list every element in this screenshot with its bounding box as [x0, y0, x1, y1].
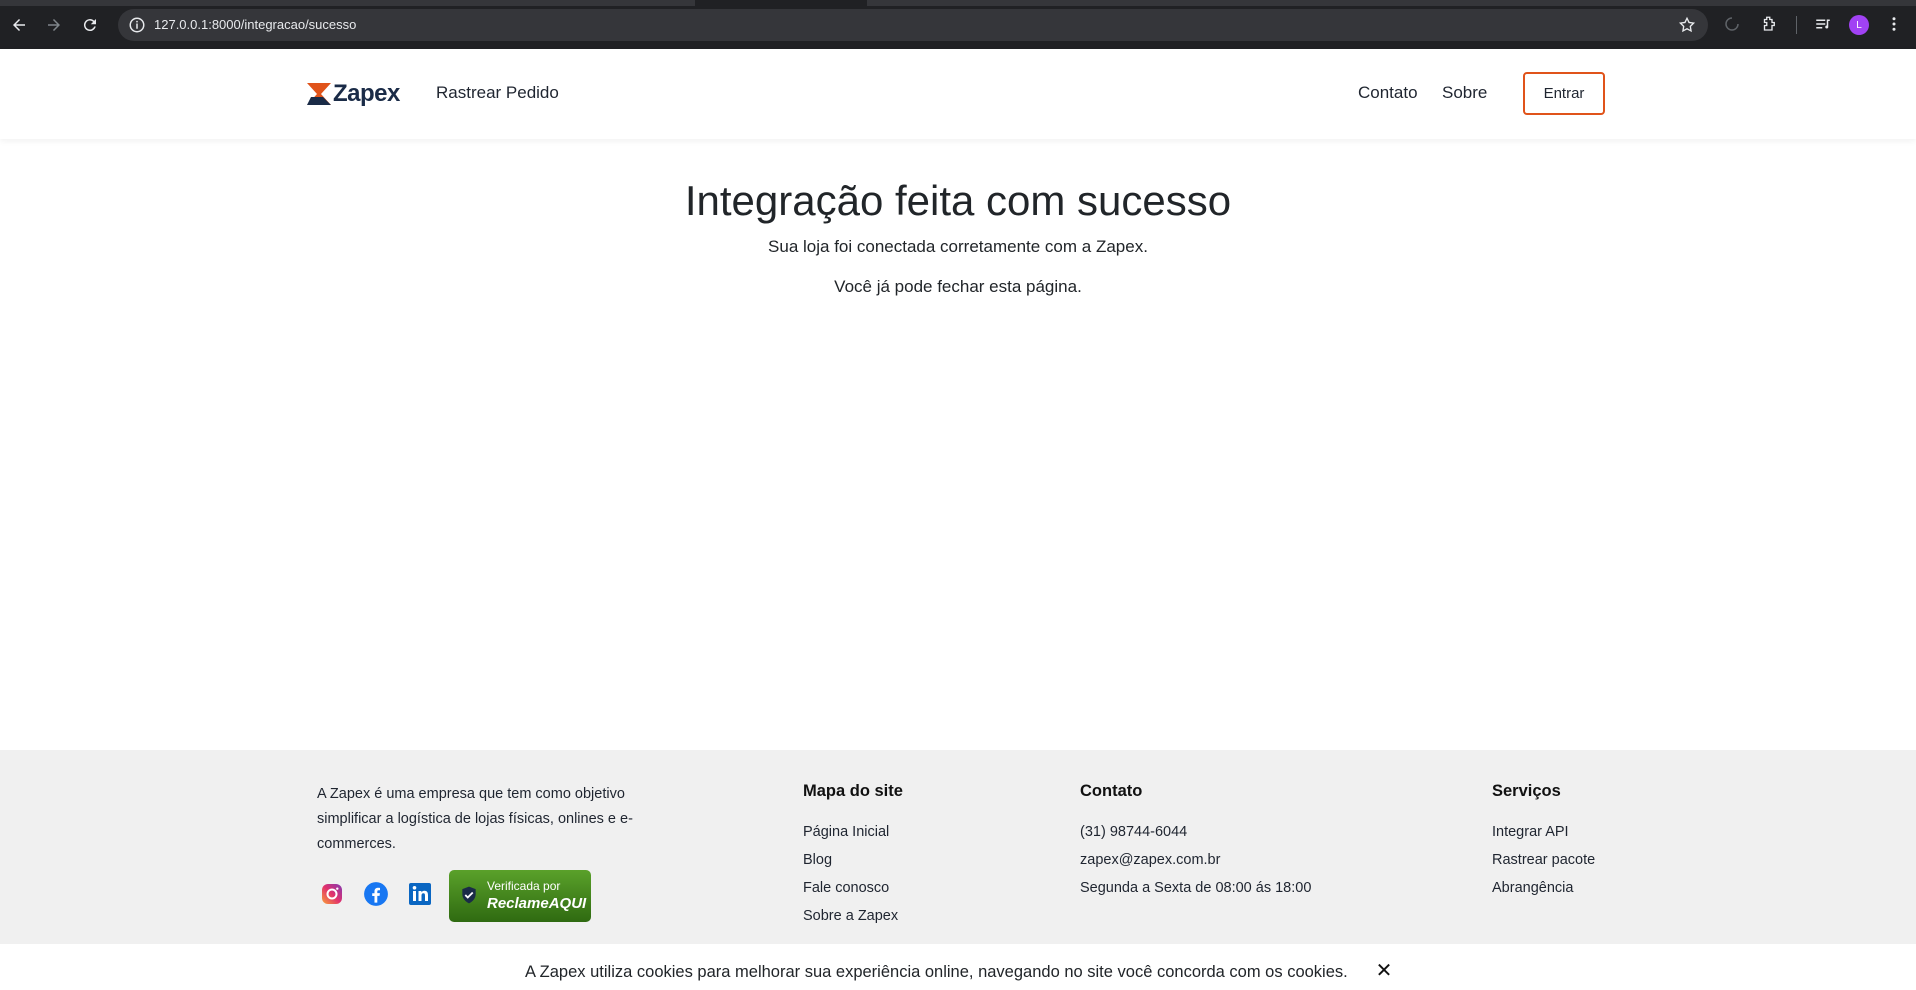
nav-link-track-order[interactable]: Rastrear Pedido — [436, 83, 559, 103]
forward-button[interactable] — [42, 13, 66, 37]
active-tab[interactable] — [695, 0, 867, 6]
list-item[interactable]: Página Inicial — [803, 822, 898, 850]
nav-link-contact[interactable]: Contato — [1358, 83, 1418, 103]
address-bar[interactable]: 127.0.0.1:8000/integracao/sucesso — [118, 9, 1708, 41]
browser-toolbar: 127.0.0.1:8000/integracao/sucesso L — [0, 0, 1916, 49]
site-header: Zapex Rastrear Pedido Contato Sobre Entr… — [0, 49, 1916, 139]
bookmark-star-icon[interactable] — [1678, 16, 1696, 34]
cookie-banner: A Zapex utiliza cookies para melhorar su… — [0, 944, 1916, 990]
contact-hours: Segunda a Sexta de 08:00 ás 18:00 — [1080, 880, 1312, 896]
sitemap-link-contact[interactable]: Fale conosco — [803, 880, 889, 896]
company-description: A Zapex é uma empresa que tem como objet… — [317, 786, 633, 852]
loading-indicator-icon — [1721, 13, 1743, 35]
reclameaqui-badge[interactable]: Verificada por ReclameAQUI — [449, 870, 591, 922]
services-list: Integrar API Rastrear pacote Abrangência — [1492, 822, 1595, 906]
site-info-icon[interactable] — [128, 16, 146, 34]
list-item[interactable]: Integrar API — [1492, 822, 1595, 850]
services-title: Serviços — [1492, 782, 1561, 800]
list-item[interactable]: Rastrear pacote — [1492, 850, 1595, 878]
instagram-icon[interactable] — [318, 880, 346, 908]
close-page-note: Você já pode fechar esta página. — [834, 277, 1082, 296]
tab-strip — [0, 0, 1916, 6]
extensions-icon[interactable] — [1758, 13, 1780, 35]
list-item[interactable]: Blog — [803, 850, 898, 878]
verified-check-icon — [462, 886, 476, 904]
profile-avatar[interactable]: L — [1849, 15, 1869, 35]
media-controls-icon[interactable] — [1812, 13, 1834, 35]
cookie-text: A Zapex utiliza cookies para melhorar su… — [525, 963, 1348, 981]
contact-list: (31) 98744-6044 zapex@zapex.com.br Segun… — [1080, 822, 1311, 906]
success-message: Sua loja foi conectada corretamente com … — [768, 237, 1148, 256]
zapex-logo-icon — [307, 83, 331, 105]
sitemap-link-blog[interactable]: Blog — [803, 852, 832, 868]
login-button[interactable]: Entrar — [1523, 72, 1605, 115]
arrow-right-icon — [48, 19, 60, 31]
brand-name: Zapex — [333, 80, 400, 107]
zapex-logo[interactable]: Zapex — [307, 80, 400, 108]
contact-phone: (31) 98744-6044 — [1080, 824, 1188, 840]
list-item[interactable]: Abrangência — [1492, 878, 1595, 906]
facebook-icon[interactable] — [362, 880, 390, 908]
sitemap-title: Mapa do site — [803, 782, 903, 800]
reload-button[interactable] — [78, 13, 102, 37]
social-links — [318, 880, 450, 908]
contact-title: Contato — [1080, 782, 1143, 800]
url-text[interactable]: 127.0.0.1:8000/integracao/sucesso — [154, 17, 356, 32]
badge-line2: ReclameAQUI — [487, 895, 587, 912]
arrow-left-icon — [13, 19, 25, 31]
sitemap-link-home[interactable]: Página Inicial — [803, 824, 889, 840]
service-link-api[interactable]: Integrar API — [1492, 824, 1569, 840]
nav-link-about[interactable]: Sobre — [1442, 83, 1487, 103]
list-item[interactable]: Sobre a Zapex — [803, 906, 898, 934]
contact-email: zapex@zapex.com.br — [1080, 852, 1221, 868]
service-link-track[interactable]: Rastrear pacote — [1492, 852, 1595, 868]
list-item[interactable]: Fale conosco — [803, 878, 898, 906]
sitemap-link-about[interactable]: Sobre a Zapex — [803, 908, 898, 924]
close-icon[interactable]: ✕ — [1374, 960, 1394, 982]
reload-icon — [83, 19, 96, 32]
page-title: Integração feita com sucesso — [684, 177, 1232, 224]
service-link-coverage[interactable]: Abrangência — [1492, 880, 1573, 896]
linkedin-icon[interactable] — [406, 880, 434, 908]
toolbar-divider — [1796, 16, 1797, 34]
sitemap-list: Página Inicial Blog Fale conosco Sobre a… — [803, 822, 898, 934]
back-button[interactable] — [7, 13, 31, 37]
browser-menu-icon[interactable] — [1883, 13, 1905, 35]
badge-line1: Verificada por — [487, 879, 561, 893]
